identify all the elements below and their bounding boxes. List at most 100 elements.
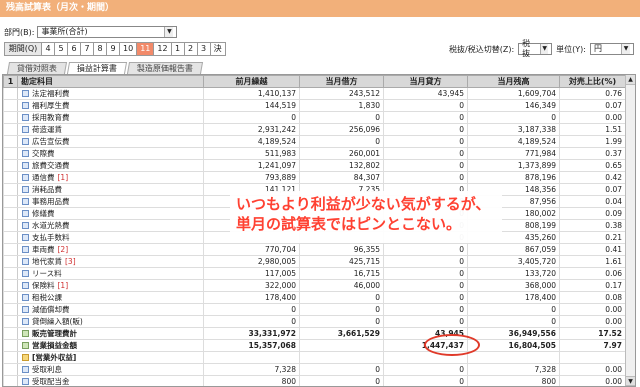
prev-cell: 1,410,137 [203, 87, 300, 100]
account-icon [22, 258, 29, 265]
window-title: 残高試算表（月次・期間） [0, 0, 640, 17]
row-gutter [3, 207, 18, 220]
row-gutter [3, 231, 18, 244]
ratio-cell: 0.00 [559, 375, 626, 386]
table-row[interactable]: 交際費 511,983 260,001 0 771,984 0.37 [3, 147, 626, 160]
highlight-circle [424, 334, 480, 356]
ratio-cell: 0.04 [559, 195, 626, 208]
account-name: 受取利息 [32, 365, 62, 374]
tab-manufacturing-cost[interactable]: 製造原価報告書 [126, 62, 204, 74]
bal-cell: 178,400 [467, 291, 560, 304]
total-row[interactable]: 販売管理費計 33,331,972 3,661,529 43,945 36,949,55… [3, 327, 626, 340]
row-gutter [3, 303, 18, 316]
table-row[interactable]: 広告宣伝費 4,189,524 0 0 4,189,524 1.99 [3, 135, 626, 148]
account-name: 広告宣伝費 [32, 137, 70, 146]
table-row[interactable]: 福利厚生費 144,519 1,830 0 146,349 0.07 [3, 99, 626, 112]
month-button[interactable]: 2 [184, 42, 198, 56]
month-button[interactable]: 9 [107, 42, 120, 56]
month-button[interactable]: 6 [68, 42, 81, 56]
table-row[interactable]: 旅費交通費 1,241,097 132,802 0 1,373,899 0.65 [3, 159, 626, 172]
account-name: 事務用品費 [32, 197, 70, 206]
bal-cell: 0 [467, 111, 560, 124]
account-name-cell: 営業損益金額 [17, 339, 204, 352]
note-tag: [1] [57, 281, 69, 290]
credit-cell: 0 [383, 315, 468, 328]
account-name-cell: リース料 [17, 267, 204, 280]
account-name-cell: 事務用品費 [17, 195, 204, 208]
prev-cell: 511,983 [203, 147, 300, 160]
table-row[interactable]: 保険料 [1] 322,000 46,000 0 368,000 0.17 [3, 279, 626, 292]
prev-cell: 15,357,068 [203, 339, 300, 352]
credit-cell: 0 [383, 123, 468, 136]
bal-cell: 4,189,524 [467, 135, 560, 148]
table-row[interactable]: 車両費 [2] 770,704 96,355 0 867,059 0.41 [3, 243, 626, 256]
table-row[interactable]: 荷造運賃 2,931,242 256,096 0 3,187,338 1.51 [3, 123, 626, 136]
note-tag: [2] [57, 245, 69, 254]
account-name: 法定福利費 [32, 89, 70, 98]
table-row[interactable]: 減価償却費 0 0 0 0 0.00 [3, 303, 626, 316]
ratio-cell: 0.17 [559, 279, 626, 292]
bal-cell: 3,187,338 [467, 123, 560, 136]
prev-cell: 178,400 [203, 291, 300, 304]
account-name: 租税公課 [32, 293, 62, 302]
account-icon [22, 90, 29, 97]
sum-icon [22, 330, 29, 337]
row-gutter [3, 267, 18, 280]
department-select[interactable]: 事業所(合計) ▼ [37, 26, 178, 38]
month-button[interactable]: 1 [171, 42, 185, 56]
account-name: 福利厚生費 [32, 101, 70, 110]
month-button[interactable]: 3 [197, 42, 211, 56]
row-gutter [3, 339, 18, 352]
credit-cell: 0 [383, 303, 468, 316]
table-row[interactable]: 貸倒繰入額(販) 0 0 0 0 0.00 [3, 315, 626, 328]
tax-toggle-label: 税抜/税込切替(Z): [449, 44, 515, 54]
ratio-cell: 0.00 [559, 315, 626, 328]
account-name: 水道光熱費 [32, 221, 70, 230]
account-icon [22, 198, 29, 205]
table-row[interactable]: 受取配当金 800 0 0 800 0.00 [3, 375, 626, 386]
month-button[interactable]: 7 [81, 42, 94, 56]
month-button[interactable]: 5 [55, 42, 68, 56]
account-name: 貸倒繰入額(販) [32, 317, 83, 326]
table-row[interactable]: 地代家賃 [3] 2,980,005 425,715 0 3,405,720 1.61 [3, 255, 626, 268]
unit-select[interactable]: 円 ▼ [590, 43, 634, 55]
table-row[interactable]: 租税公課 178,400 0 0 178,400 0.08 [3, 291, 626, 304]
period-label: 期間(Q) [4, 42, 42, 56]
ratio-cell: 0.07 [559, 183, 626, 196]
scroll-up-icon[interactable]: ▲ [626, 75, 635, 85]
account-name: 旅費交通費 [32, 161, 70, 170]
month-button[interactable]: 決 [210, 42, 226, 56]
tab-income-statement[interactable]: 損益計算書 [66, 62, 128, 74]
unit-value: 円 [594, 44, 602, 53]
month-button[interactable]: 10 [120, 42, 138, 56]
column-header: 当月貸方 [383, 75, 468, 88]
month-button[interactable]: 4 [42, 42, 55, 56]
scroll-down-icon[interactable]: ▼ [626, 376, 635, 386]
month-button[interactable]: 12 [154, 42, 172, 56]
tab-balance-sheet[interactable]: 貸借対照表 [6, 62, 68, 74]
chevron-down-icon: ▼ [540, 44, 549, 54]
vertical-scrollbar[interactable]: ▲ ▼ [625, 75, 635, 386]
total-row[interactable]: 営業損益金額 15,357,068 1,447,437 16,804,505 7.97 [3, 339, 626, 352]
account-name-cell: 福利厚生費 [17, 99, 204, 112]
account-name: 地代家賃 [32, 257, 62, 266]
month-button[interactable]: 8 [94, 42, 107, 56]
table-row[interactable]: 通信費 [1] 793,889 84,307 0 878,196 0.42 [3, 171, 626, 184]
ratio-cell: 0.21 [559, 231, 626, 244]
table-row[interactable]: 受取利息 7,328 0 0 7,328 0.00 [3, 363, 626, 376]
row-gutter [3, 99, 18, 112]
account-name: 販売管理費計 [32, 329, 77, 338]
account-name-cell: 修繕費 [17, 207, 204, 220]
account-name: 減価償却費 [32, 305, 70, 314]
table-row[interactable]: 法定福利費 1,410,137 243,512 43,945 1,609,704 0.76 [3, 87, 626, 100]
table-row[interactable]: リース料 117,005 16,715 0 133,720 0.06 [3, 267, 626, 280]
month-button-selected[interactable]: 11 [137, 42, 155, 56]
group-row[interactable]: [営業外収益] [3, 351, 626, 364]
period-selector: 期間(Q) 4 5 6 7 8 9 10 11 12 1 2 3 決 [4, 42, 226, 56]
table-row[interactable]: 採用教育費 0 0 0 0 0.00 [3, 111, 626, 124]
tax-select[interactable]: 税抜 ▼ [518, 39, 553, 58]
account-icon [22, 102, 29, 109]
account-icon [22, 234, 29, 241]
account-icon [22, 366, 29, 373]
column-header: 対売上比(%) [559, 75, 626, 88]
